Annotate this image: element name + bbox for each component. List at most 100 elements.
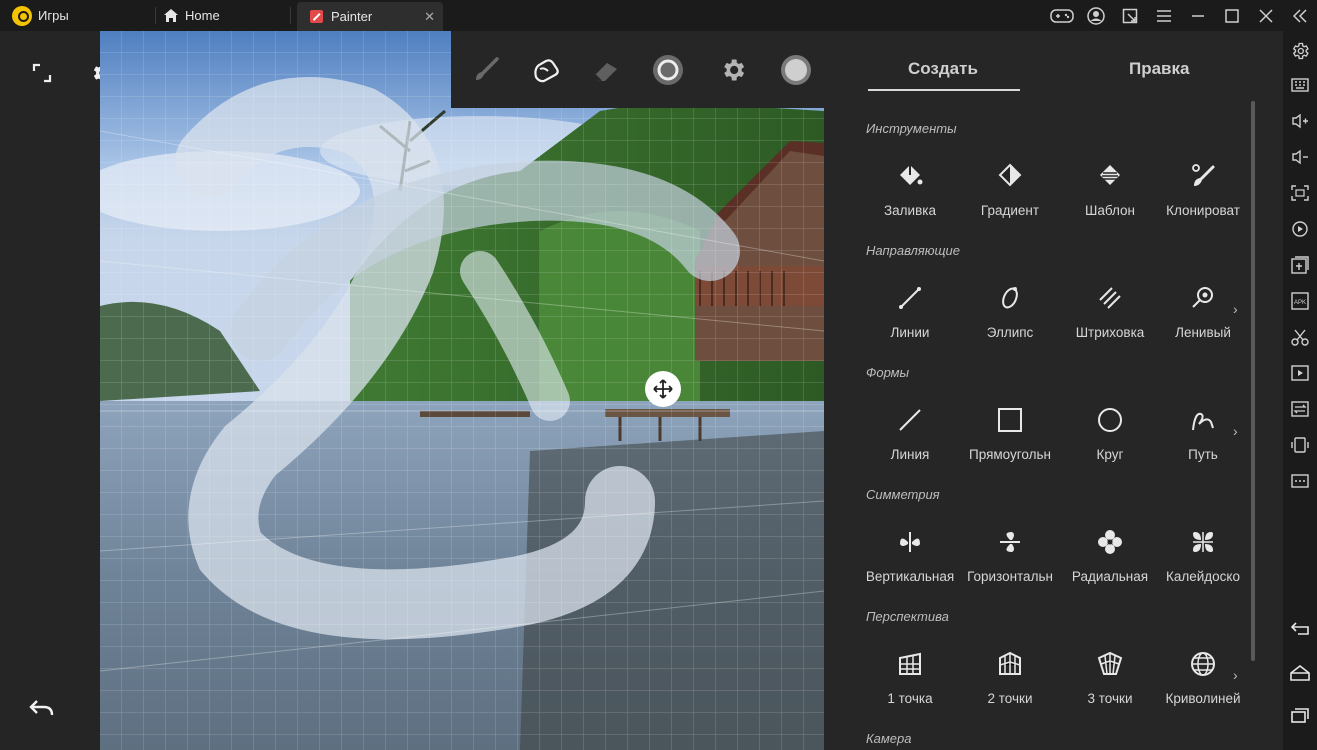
- eraser-icon[interactable]: [589, 53, 623, 87]
- active-tab-indicator: [868, 89, 1020, 91]
- recent-apps-icon[interactable]: [1290, 705, 1310, 725]
- window-mode-icon[interactable]: [1113, 0, 1147, 31]
- painter-left-bar: [0, 31, 113, 750]
- tool-fill-label: Заливка: [884, 203, 936, 218]
- brush-size-icon[interactable]: [651, 53, 685, 87]
- smudge-icon[interactable]: [529, 53, 563, 87]
- move-handle-icon[interactable]: [645, 371, 681, 407]
- section-shapes-title: Формы: [866, 365, 910, 380]
- back-icon[interactable]: [1290, 618, 1310, 638]
- tab-painter[interactable]: Painter ✕: [297, 2, 443, 31]
- brush-icon[interactable]: [469, 53, 503, 87]
- volume-up-icon[interactable]: [1290, 111, 1310, 131]
- kaleidoscope-icon: [1193, 532, 1213, 552]
- settings-icon[interactable]: [716, 53, 750, 87]
- tool-line-shape[interactable]: Линия: [860, 403, 960, 462]
- volume-down-icon[interactable]: [1290, 147, 1310, 167]
- tools-panel: Создать Правка Инструменты Заливка Гради…: [824, 31, 1283, 750]
- scissors-icon[interactable]: [1290, 327, 1310, 347]
- section-symmetry-title: Симметрия: [866, 487, 940, 502]
- tool-ellipse-guide-label: Эллипс: [986, 325, 1034, 340]
- close-window-icon[interactable]: [1249, 0, 1283, 31]
- fullscreen-icon[interactable]: [30, 61, 54, 85]
- tab-home[interactable]: Home: [163, 0, 220, 31]
- home-nav-icon[interactable]: [1290, 663, 1310, 683]
- tool-clone-label: Клонироват: [1166, 203, 1240, 218]
- tool-vertical-symmetry[interactable]: Вертикальная: [860, 525, 960, 584]
- rotate-icon[interactable]: [1290, 219, 1310, 239]
- account-icon[interactable]: [1079, 0, 1113, 31]
- pattern-icon: [1100, 165, 1120, 185]
- tool-clone[interactable]: Клонироват: [1160, 159, 1246, 218]
- undo-icon[interactable]: [28, 696, 56, 720]
- more-icon[interactable]: [1290, 471, 1310, 491]
- keyboard-icon[interactable]: [1290, 75, 1310, 95]
- tool-circle-shape-label: Круг: [1096, 447, 1124, 462]
- color-icon[interactable]: [779, 53, 813, 87]
- tab-divider: [290, 7, 291, 24]
- drawing-canvas[interactable]: [100, 31, 824, 750]
- curvilinear-perspective-icon: [1191, 652, 1215, 676]
- close-tab-icon[interactable]: ✕: [424, 9, 435, 25]
- tool-kaleidoscope-symmetry[interactable]: Калейдоско: [1160, 525, 1246, 584]
- tool-horizontal-symmetry-label: Горизонтальн: [967, 569, 1053, 584]
- hatching-icon: [1099, 287, 1121, 309]
- tool-two-point-perspective[interactable]: 2 точки: [960, 647, 1060, 706]
- vertical-symmetry-icon: [900, 532, 920, 552]
- shapes-more-chevron-icon[interactable]: ›: [1233, 423, 1238, 439]
- tab-games[interactable]: Игры: [0, 0, 155, 31]
- section-camera-title: Камера: [866, 731, 912, 746]
- tool-fill[interactable]: Заливка: [860, 159, 960, 218]
- tab-edit[interactable]: Правка: [1129, 59, 1189, 79]
- home-icon: [164, 9, 178, 22]
- section-tools-title: Инструменты: [866, 121, 957, 136]
- screenshot-icon[interactable]: [1290, 183, 1310, 203]
- tool-pattern-label: Шаблон: [1085, 203, 1135, 218]
- tool-ellipse-guide[interactable]: Эллипс: [960, 281, 1060, 340]
- menu-icon[interactable]: [1147, 0, 1181, 31]
- panel-scrollbar[interactable]: [1251, 101, 1255, 661]
- tab-create[interactable]: Создать: [908, 59, 978, 79]
- tool-curvilinear-perspective-label: Криволиней: [1165, 691, 1241, 706]
- tool-path-shape-label: Путь: [1188, 447, 1218, 462]
- perspective-more-chevron-icon[interactable]: ›: [1233, 667, 1238, 683]
- tool-hatching-guide[interactable]: Штриховка: [1060, 281, 1160, 340]
- tool-rectangle-shape-label: Прямоугольн: [969, 447, 1051, 462]
- horizontal-symmetry-icon: [1000, 532, 1020, 552]
- clone-stamp-icon: [1192, 164, 1215, 186]
- tool-one-point-perspective[interactable]: 1 точка: [860, 647, 960, 706]
- apk-icon[interactable]: APK: [1290, 291, 1310, 311]
- app-window: Игры Home Painter ✕ Создать Правка Инстр…: [0, 0, 1317, 750]
- svg-text:APK: APK: [1294, 300, 1306, 306]
- tool-palette: [451, 31, 824, 108]
- tool-pattern[interactable]: Шаблон: [1060, 159, 1160, 218]
- minimize-icon[interactable]: [1181, 0, 1215, 31]
- tool-radial-symmetry[interactable]: Радиальная: [1060, 525, 1160, 584]
- tool-three-point-perspective[interactable]: 3 точки: [1060, 647, 1160, 706]
- two-point-perspective-icon: [999, 651, 1021, 675]
- guides-more-chevron-icon[interactable]: ›: [1233, 301, 1238, 317]
- tool-lazy-guide-label: Ленивый: [1175, 325, 1231, 340]
- section-perspective-title: Перспектива: [866, 609, 949, 624]
- collapse-sidebar-icon[interactable]: [1283, 0, 1317, 31]
- gamepad-icon[interactable]: [1045, 0, 1079, 31]
- tool-lines-guide[interactable]: Линии: [860, 281, 960, 340]
- settings-icon[interactable]: [1290, 41, 1310, 61]
- maximize-icon[interactable]: [1215, 0, 1249, 31]
- shake-icon[interactable]: [1290, 435, 1310, 455]
- fill-bucket-icon: [900, 165, 923, 185]
- tool-vertical-symmetry-label: Вертикальная: [865, 569, 955, 584]
- painter-app-icon: [310, 10, 323, 23]
- line-guide-icon: [899, 287, 921, 309]
- tab-games-label: Игры: [38, 8, 69, 23]
- install-icon[interactable]: [1290, 255, 1310, 275]
- path-icon: [1192, 412, 1214, 431]
- tool-circle-shape[interactable]: Круг: [1060, 403, 1160, 462]
- media-icon[interactable]: [1290, 363, 1310, 383]
- tool-horizontal-symmetry[interactable]: Горизонтальн: [960, 525, 1060, 584]
- sync-icon[interactable]: [1290, 399, 1310, 419]
- tool-gradient[interactable]: Градиент: [960, 159, 1060, 218]
- tool-rectangle-shape[interactable]: Прямоугольн: [960, 403, 1060, 462]
- tab-divider: [155, 7, 156, 24]
- tool-lines-guide-label: Линии: [890, 325, 930, 340]
